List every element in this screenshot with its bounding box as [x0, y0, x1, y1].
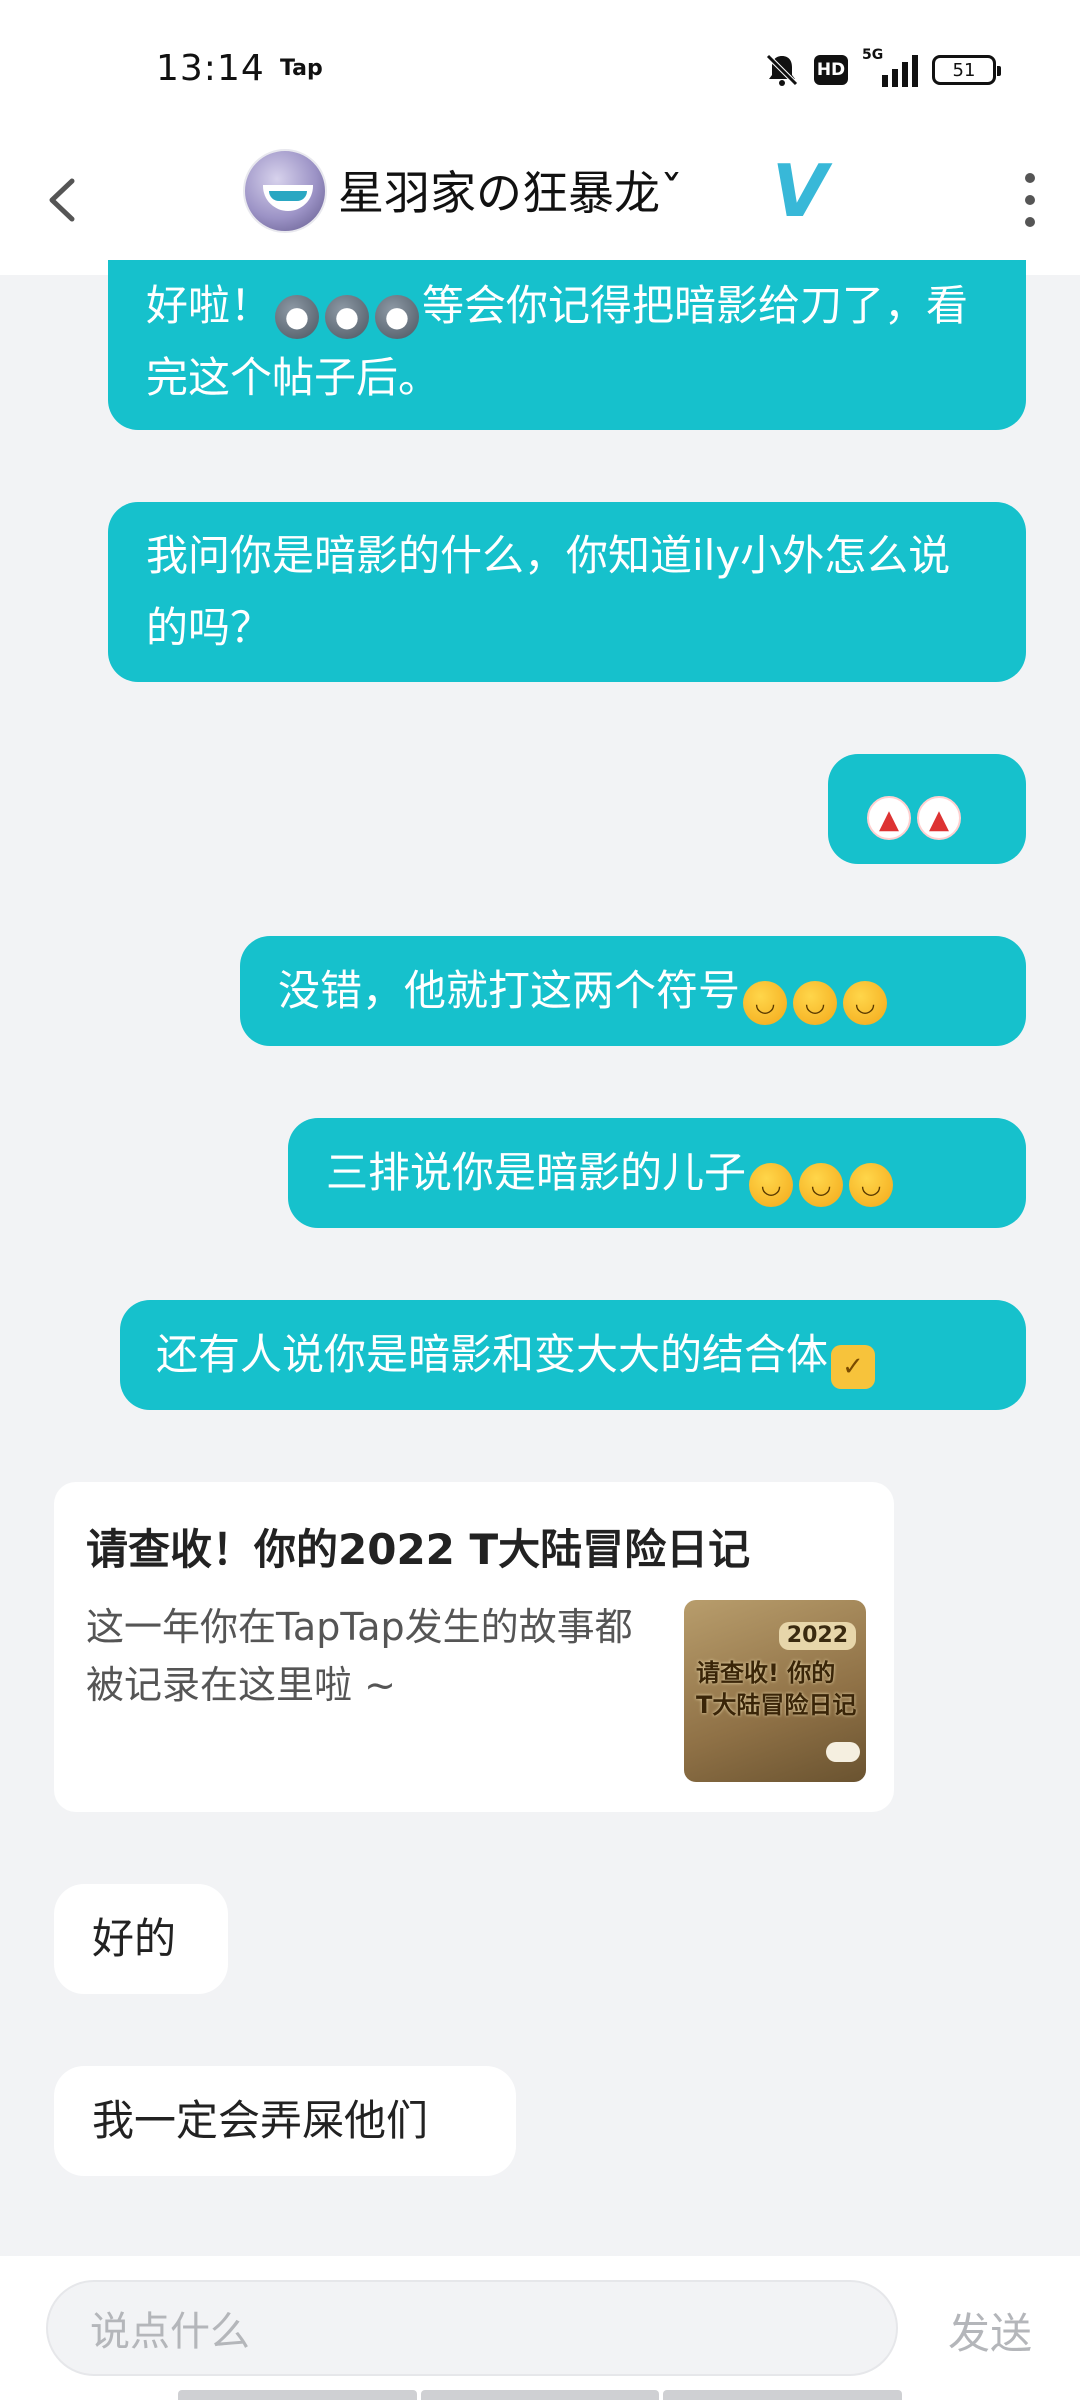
status-app-label: Tap — [280, 56, 323, 81]
back-button[interactable] — [40, 165, 90, 235]
message-bubble-outgoing[interactable]: 没错，他就打这两个符号 ◡ ◡ ◡ — [240, 936, 1026, 1046]
message-text: 还有人说你是暗影和变大大的结合体 — [156, 1330, 829, 1379]
card-thumbnail: 2022 请查收! 你的 T大陆冒险日记 — [684, 1600, 866, 1782]
message-text: 我一定会弄屎他们 — [92, 2096, 429, 2145]
rofl-emoji-icon: ◡ — [799, 1163, 844, 1207]
message-text: 三排说你是暗影的儿子 — [326, 1148, 747, 1197]
navigation-bar-hint — [178, 2390, 903, 2400]
message-bubble-outgoing[interactable]: 好啦！ ● ● ● 等会你记得把暗影给刀了，看完这个帖子后。 — [108, 260, 1026, 430]
more-dot-icon — [1025, 195, 1035, 205]
message-text: 好啦！ — [146, 281, 273, 330]
thumbs-up-emoji-icon: ✓ — [831, 1345, 876, 1389]
network-type: 5G — [862, 47, 884, 63]
battery-icon: 51 — [932, 55, 1001, 85]
message-bubble-outgoing[interactable]: 三排说你是暗影的儿子 ◡ ◡ ◡ — [288, 1118, 1026, 1228]
chat-title[interactable]: 星羽家の狂暴龙ˇ — [338, 157, 683, 223]
message-text: 我问你是暗影的什么，你知道ily小外怎么说的吗？ — [146, 531, 951, 652]
signal-icon: 5G — [862, 47, 918, 87]
hd-icon: HD — [814, 55, 848, 85]
chevron-left-icon — [49, 178, 75, 222]
rofl-emoji-icon: ◡ — [749, 1163, 794, 1207]
message-input[interactable]: 说点什么 — [46, 2280, 898, 2376]
message-text: 好的 — [92, 1914, 177, 1963]
moon-face-emoji-icon: ● — [375, 295, 420, 339]
card-title: 请查收！你的2022 T大陆冒险日记 — [86, 1525, 751, 1574]
rofl-emoji-icon: ◡ — [843, 981, 888, 1025]
message-bubble-incoming[interactable]: 我一定会弄屎他们 — [54, 2066, 516, 2176]
status-icons: HD 5G 51 — [764, 47, 1001, 92]
verified-badge-icon: V — [772, 149, 828, 233]
moon-face-emoji-icon: ● — [275, 295, 320, 339]
cloud-decoration-icon — [826, 1742, 860, 1762]
shared-link-card[interactable]: 请查收！你的2022 T大陆冒险日记 这一年你在TapTap发生的故事都被记录在… — [54, 1482, 894, 1812]
message-text: 没错，他就打这两个符号 — [278, 966, 741, 1015]
avatar[interactable] — [243, 149, 327, 233]
rofl-emoji-icon: ◡ — [793, 981, 838, 1025]
chicken-emoji-icon: ▲ — [917, 796, 961, 840]
moon-face-emoji-icon: ● — [325, 295, 370, 339]
more-dot-icon — [1025, 217, 1035, 227]
card-description: 这一年你在TapTap发生的故事都被记录在这里啦 ~ — [86, 1605, 633, 1707]
mute-bell-icon — [764, 52, 800, 88]
thumbnail-title-line2: T大陆冒险日记 — [696, 1691, 857, 1719]
chat-header: 星羽家の狂暴龙ˇ V — [0, 135, 1080, 275]
status-time: 13:14 — [156, 48, 265, 89]
thumbnail-year: 2022 — [778, 1622, 856, 1650]
message-input-bar: 说点什么 发送 — [0, 2256, 1080, 2400]
more-dot-icon — [1025, 173, 1035, 183]
message-bubble-outgoing[interactable]: ▲ ▲ — [828, 754, 1026, 864]
more-options-button[interactable] — [1010, 165, 1050, 235]
chicken-emoji-icon: ▲ — [867, 796, 911, 840]
rofl-emoji-icon: ◡ — [743, 981, 788, 1025]
message-bubble-outgoing[interactable]: 还有人说你是暗影和变大大的结合体 ✓ — [120, 1300, 1026, 1410]
status-bar: 13:14 Tap HD 5G 51 — [0, 0, 1080, 135]
message-bubble-incoming[interactable]: 好的 — [54, 1884, 228, 1994]
rofl-emoji-icon: ◡ — [849, 1163, 894, 1207]
send-button[interactable]: 发送 — [948, 2300, 1032, 2361]
battery-level: 51 — [952, 59, 976, 81]
thumbnail-title-line1: 请查收! 你的 — [696, 1659, 836, 1687]
message-bubble-outgoing[interactable]: 我问你是暗影的什么，你知道ily小外怎么说的吗？ — [108, 502, 1026, 682]
